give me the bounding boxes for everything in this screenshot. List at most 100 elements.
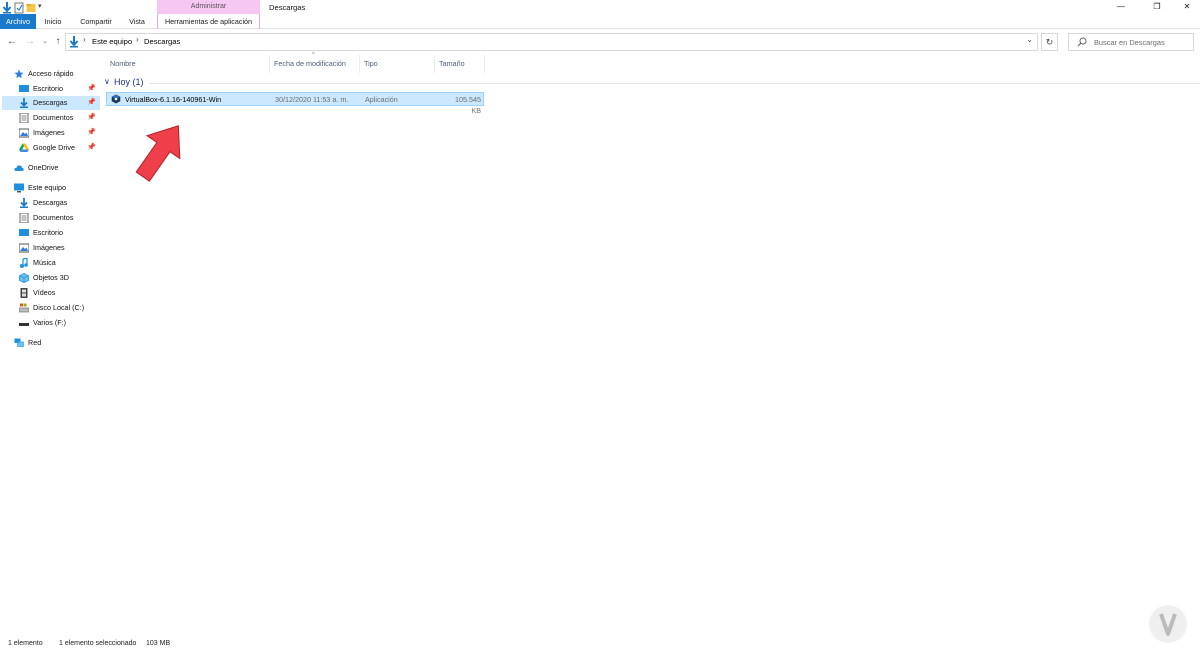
google-drive-icon xyxy=(19,143,29,153)
tab-herramientas-de-aplicacion[interactable]: Herramientas de aplicación xyxy=(157,14,260,29)
file-row[interactable]: VirtualBox-6.1.16-140961-Win 30/12/2020 … xyxy=(106,92,484,115)
sidebar-item-label: Varios (F:) xyxy=(33,318,67,327)
pin-icon: 📌 xyxy=(87,99,96,106)
file-date: 30/12/2020 11:53 a. m. xyxy=(275,95,349,104)
sidebar-item-label: Vídeos xyxy=(33,288,56,297)
breadcrumb-separator[interactable]: › xyxy=(83,35,86,44)
sidebar-item-descargas[interactable]: Descargas 📌 xyxy=(2,96,100,110)
title-bar: ▾ Administrar Descargas — ❐ ✕ xyxy=(0,0,1200,14)
navigation-pane: Acceso rápido Escritorio 📌 Descargas 📌 D… xyxy=(0,62,100,637)
tab-compartir[interactable]: Compartir xyxy=(74,14,118,29)
sidebar-item-pc-escritorio[interactable]: Escritorio xyxy=(19,226,100,240)
sidebar-item-label: Imágenes xyxy=(33,128,65,137)
column-header-tamano[interactable]: Tamaño xyxy=(435,55,485,73)
customize-toolbar-icon[interactable]: ▾ xyxy=(38,2,48,13)
group-divider xyxy=(150,83,1200,84)
back-button[interactable]: ← xyxy=(5,35,19,49)
sidebar-item-label: Disco Local (C:) xyxy=(33,303,85,312)
sidebar-item-label: Escritorio xyxy=(33,228,63,237)
search-box[interactable]: Buscar en Descargas xyxy=(1068,33,1194,51)
search-icon xyxy=(1077,37,1087,47)
sidebar-item-pc-imagenes[interactable]: Imágenes xyxy=(18,241,100,255)
breadcrumb-separator[interactable]: › xyxy=(136,35,139,44)
minimize-button[interactable]: — xyxy=(1105,0,1137,14)
column-header-nombre[interactable]: Nombre xyxy=(106,55,270,73)
sidebar-item-label: Descargas xyxy=(33,98,68,107)
up-button[interactable]: ↑ xyxy=(51,35,65,49)
network-icon xyxy=(14,338,24,348)
status-selected-count: 1 elemento seleccionado xyxy=(59,640,137,647)
group-collapse-icon[interactable]: ∨ xyxy=(104,77,110,86)
sidebar-item-this-pc[interactable]: Este equipo xyxy=(14,181,100,195)
sidebar-item-documentos[interactable]: Documentos 📌 xyxy=(0,111,100,125)
tab-archivo[interactable]: Archivo xyxy=(0,14,36,29)
breadcrumb-descargas[interactable]: Descargas xyxy=(144,37,180,46)
sidebar-item-imagenes[interactable]: Imágenes 📌 xyxy=(0,126,100,140)
sidebar-item-pc-varios[interactable]: Varios (F:) xyxy=(19,316,100,330)
desktop-icon xyxy=(19,84,29,94)
virtualbox-installer-icon xyxy=(111,94,121,104)
sidebar-item-pc-musica[interactable]: Música xyxy=(19,256,100,270)
tab-inicio[interactable]: Inicio xyxy=(38,14,68,29)
pin-icon: 📌 xyxy=(87,144,96,151)
download-icon xyxy=(19,98,29,108)
sidebar-item-pc-descargas[interactable]: Descargas xyxy=(19,196,100,210)
column-header-tipo[interactable]: Tipo xyxy=(360,55,435,73)
documents-icon xyxy=(19,212,29,224)
address-bar[interactable]: › Este equipo › Descargas ⌄ xyxy=(65,33,1038,51)
refresh-button[interactable]: ↻ xyxy=(1041,33,1058,51)
new-folder-icon[interactable] xyxy=(26,2,36,13)
pictures-icon xyxy=(18,243,30,253)
sidebar-item-pc-disco-local[interactable]: Disco Local (C:) xyxy=(18,301,100,315)
sidebar-item-label: Este equipo xyxy=(28,183,66,192)
cloud-icon xyxy=(14,163,24,173)
search-placeholder: Buscar en Descargas xyxy=(1094,38,1165,47)
desktop-icon xyxy=(19,228,29,238)
status-item-count: 1 elemento xyxy=(8,640,43,647)
watermark-logo xyxy=(1148,604,1188,644)
star-icon xyxy=(14,69,24,79)
file-size: 105.545 KB xyxy=(455,95,481,115)
red-arrow-annotation xyxy=(130,118,190,186)
download-icon xyxy=(19,198,29,208)
restore-button[interactable]: ❐ xyxy=(1141,0,1173,14)
sidebar-item-onedrive[interactable]: OneDrive xyxy=(14,161,100,175)
context-group-label: Administrar xyxy=(190,3,227,10)
properties-icon[interactable] xyxy=(14,2,24,13)
file-name: VirtualBox-6.1.16-140961-Win xyxy=(125,95,222,104)
sidebar-item-escritorio[interactable]: Escritorio 📌 xyxy=(0,82,100,96)
quick-access-toolbar: ▾ xyxy=(0,0,48,14)
pictures-icon xyxy=(18,128,30,138)
pin-icon: 📌 xyxy=(87,114,96,121)
forward-button[interactable]: → xyxy=(23,35,37,49)
sidebar-item-label: Escritorio xyxy=(33,84,63,93)
download-folder-icon[interactable] xyxy=(2,1,12,13)
column-header-fecha[interactable]: Fecha de modificación xyxy=(270,55,360,73)
computer-icon xyxy=(14,183,24,193)
sidebar-item-pc-videos[interactable]: Vídeos xyxy=(19,286,100,300)
sidebar-item-network[interactable]: Red xyxy=(14,336,100,350)
3d-objects-icon xyxy=(19,273,29,283)
sidebar-item-pc-documentos[interactable]: Documentos xyxy=(19,211,100,225)
sidebar-item-label: Música xyxy=(33,258,56,267)
music-icon xyxy=(19,257,29,268)
group-header[interactable]: Hoy (1) xyxy=(114,77,144,87)
pin-icon: 📌 xyxy=(87,85,96,92)
pin-icon: 📌 xyxy=(87,129,96,136)
sidebar-item-quick-access[interactable]: Acceso rápido xyxy=(14,67,100,81)
file-type: Aplicación xyxy=(365,95,398,104)
close-button[interactable]: ✕ xyxy=(1171,0,1200,14)
sidebar-item-label: Imágenes xyxy=(33,243,65,252)
tab-vista[interactable]: Vista xyxy=(124,14,150,29)
download-icon xyxy=(69,36,79,48)
address-dropdown-icon[interactable]: ⌄ xyxy=(1026,35,1033,44)
breadcrumb-este-equipo[interactable]: Este equipo xyxy=(92,37,132,46)
sidebar-item-google-drive[interactable]: Google Drive 📌 xyxy=(0,141,100,155)
status-bar: 1 elemento 1 elemento seleccionado 103 M… xyxy=(0,638,1200,650)
recent-locations-button[interactable]: ⌄ xyxy=(38,35,52,49)
videos-icon xyxy=(19,288,29,298)
sidebar-item-label: Documentos xyxy=(33,213,74,222)
sidebar-item-pc-objetos-3d[interactable]: Objetos 3D xyxy=(19,271,100,285)
local-disk-icon xyxy=(18,303,30,313)
drive-icon xyxy=(19,318,29,328)
